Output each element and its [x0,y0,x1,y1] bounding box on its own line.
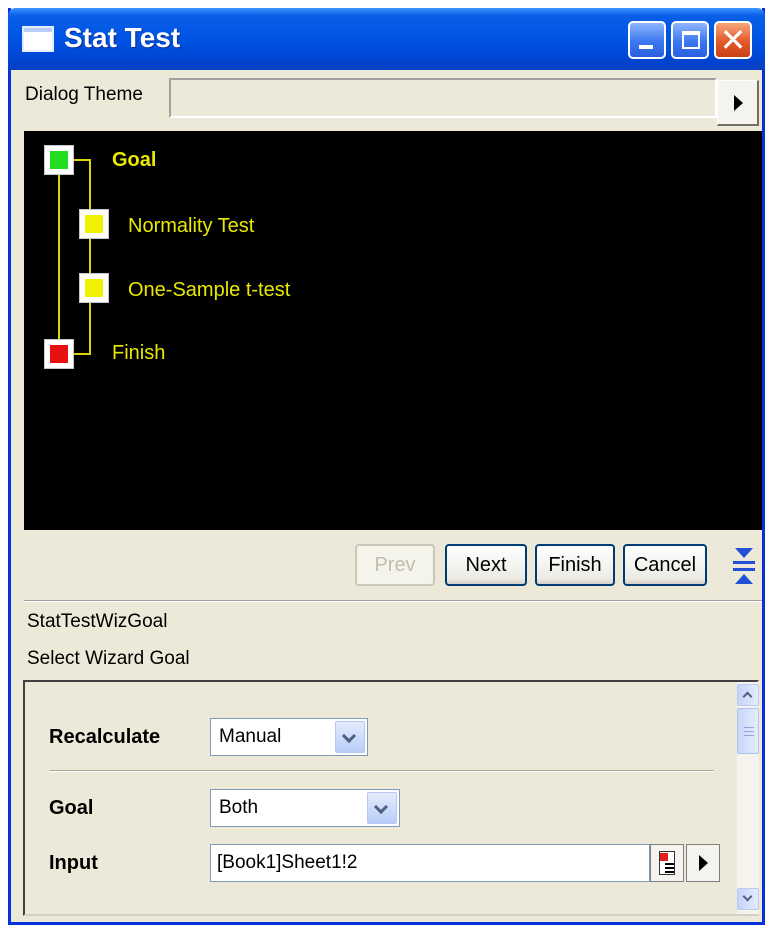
select-range-button[interactable] [650,844,684,882]
dialog-theme-row: Dialog Theme [11,70,762,130]
window-icon [22,26,54,52]
settings-content: Recalculate Manual Goal Both Input [25,682,735,914]
input-menu-button[interactable] [686,844,720,882]
settings-panel: Recalculate Manual Goal Both Input [23,680,759,916]
dialog-theme-label: Dialog Theme [25,84,143,105]
close-icon: ✕ [719,21,747,59]
divider-bar [733,568,755,571]
step-label-normality-test[interactable]: Normality Test [128,215,254,238]
cancel-button[interactable]: Cancel [623,544,707,586]
step-node-normality-test[interactable] [79,209,109,239]
prev-button[interactable]: Prev [355,544,435,586]
goal-value: Both [219,797,259,818]
step-label-finish[interactable]: Finish [112,342,165,365]
minimize-button[interactable] [628,21,666,59]
status-square [50,151,68,169]
arrow-right-icon [734,95,743,111]
dropdown-button[interactable] [367,792,397,824]
status-square [85,215,103,233]
goal-label: Goal [49,797,94,819]
wizard-step-map: Goal Normality Test One-Sample t-test Fi… [24,131,762,530]
recalculate-value: Manual [219,726,282,747]
arrow-up-icon [735,574,753,584]
vertical-scrollbar[interactable] [737,682,759,914]
collapse-expand-control[interactable] [729,540,759,592]
step-node-goal[interactable] [44,145,74,175]
grip-line [744,727,754,728]
chevron-down-icon [742,891,753,902]
scroll-up-button[interactable] [737,684,759,706]
connector-line [89,159,91,355]
dialog-description: Select Wizard Goal [27,648,190,669]
divider [24,600,762,602]
stat-test-window: Stat Test ✕ Dialog Theme Goal Normality … [8,8,765,925]
window-title: Stat Test [64,22,181,53]
title-bar[interactable]: Stat Test ✕ [8,8,765,70]
dropdown-button[interactable] [335,721,365,753]
chevron-down-icon [373,799,389,815]
chevron-down-icon [341,728,357,744]
arrow-right-icon [699,855,708,871]
step-node-finish[interactable] [44,339,74,369]
input-range-text[interactable] [211,845,649,881]
status-square [50,345,68,363]
dialog-theme-field[interactable] [169,78,717,118]
step-node-one-sample-t-test[interactable] [79,273,109,303]
status-square [85,279,103,297]
step-label-goal[interactable]: Goal [112,149,156,172]
maximize-button[interactable] [671,21,709,59]
step-label-one-sample-t-test[interactable]: One-Sample t-test [128,279,290,302]
divider-bar [733,561,755,564]
scroll-thumb[interactable] [737,708,759,754]
grip-line [744,731,754,732]
wizard-navigation: Prev Next Finish Cancel [11,530,762,600]
connector-line [72,159,90,161]
dialog-name: StatTestWizGoal [27,611,168,632]
next-button[interactable]: Next [445,544,527,586]
recalculate-select[interactable]: Manual [210,718,368,756]
input-label: Input [49,852,98,874]
connector-line [72,353,90,355]
goal-select[interactable]: Both [210,789,400,827]
chevron-up-icon [742,691,753,702]
worksheet-select-icon-rows [665,863,674,873]
recalculate-label: Recalculate [49,726,161,748]
close-button[interactable]: ✕ [714,21,752,59]
divider [49,770,714,772]
scroll-down-button[interactable] [737,888,759,910]
grip-line [744,735,754,736]
dialog-theme-menu-button[interactable] [717,80,759,126]
finish-button[interactable]: Finish [535,544,615,586]
maximize-icon [682,31,700,49]
input-range-field[interactable] [210,844,650,882]
arrow-down-icon [735,548,753,558]
worksheet-select-icon-marker [660,853,668,861]
minimize-icon [639,45,653,49]
connector-line [58,174,60,354]
